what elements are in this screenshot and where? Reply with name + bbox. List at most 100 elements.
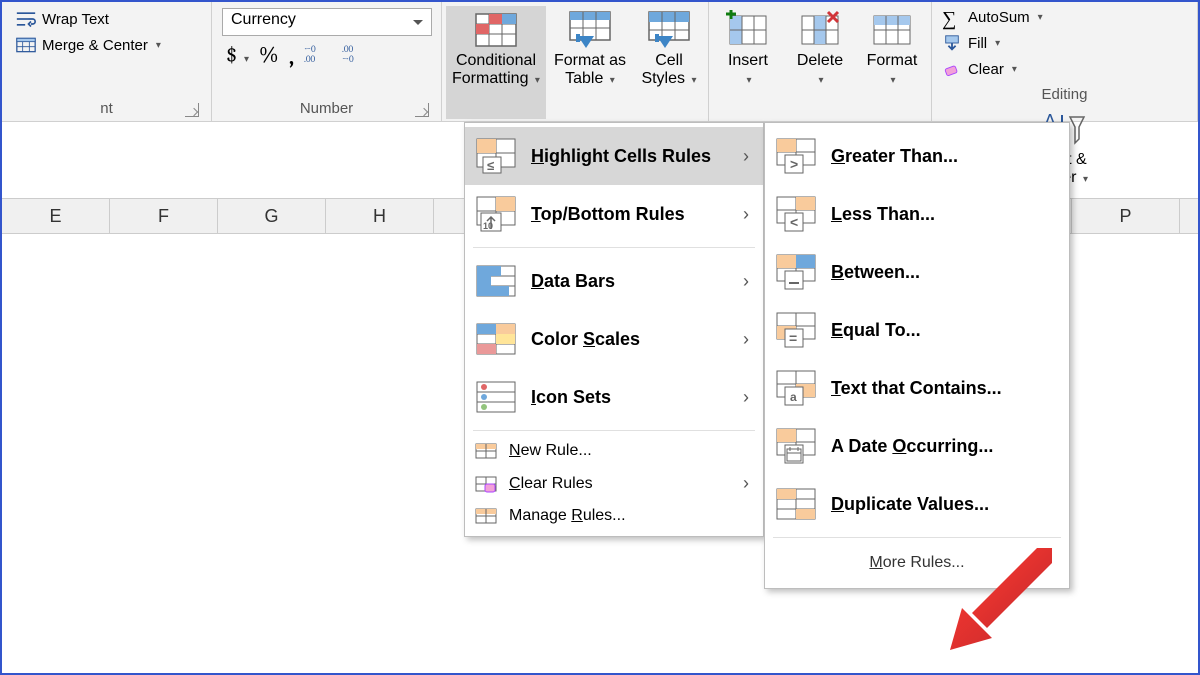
menu-less-than[interactable]: < Less Than... — [765, 185, 1069, 243]
wrap-text-icon — [16, 10, 36, 28]
merge-center-icon — [16, 36, 36, 54]
wrap-text-button[interactable]: Wrap Text — [12, 8, 201, 30]
group-editing: ∑ AutoSum ▾ Fill ▾ Clear ▾ Editing — [932, 2, 1198, 121]
col-header[interactable]: F — [110, 199, 218, 233]
manage-rules-icon — [475, 506, 497, 526]
chevron-right-icon: › — [743, 329, 749, 350]
merge-center-button[interactable]: Merge & Center ▾ — [12, 34, 201, 56]
label: ore Rules... — [883, 554, 965, 571]
conditional-formatting-menu: ≤ Highlight Cells Rules › 10 Top/Bottom … — [464, 122, 764, 537]
text-contains-icon: a — [775, 369, 817, 407]
cond-fmt-label-2: Formatting — [452, 70, 528, 87]
format-as-table-button[interactable]: Format asTable ▾ — [548, 6, 632, 119]
insert-button[interactable]: Insert▾ — [713, 6, 783, 119]
menu-duplicate-values[interactable]: Duplicate Values... — [765, 475, 1069, 533]
conditional-formatting-button[interactable]: ConditionalFormatting ▾ — [446, 6, 546, 119]
eraser-icon — [942, 60, 962, 78]
svg-text:.00: .00 — [304, 55, 316, 63]
fill-down-icon — [942, 34, 962, 52]
cond-fmt-label-1: Conditional — [456, 52, 536, 69]
between-icon — [775, 253, 817, 291]
col-header[interactable]: H — [326, 199, 434, 233]
format-label: Format — [867, 52, 918, 69]
chevron-right-icon: › — [743, 387, 749, 408]
delete-cells-icon — [798, 10, 842, 50]
svg-text:=: = — [789, 330, 797, 346]
menu-more-rules[interactable]: More Rules... — [765, 542, 1069, 584]
cell-styles-label-1: Cell — [655, 52, 683, 69]
menu-highlight-cells-rules[interactable]: ≤ Highlight Cells Rules › — [465, 127, 763, 185]
menu-between[interactable]: Between... — [765, 243, 1069, 301]
label: con Sets — [536, 387, 611, 407]
date-occurring-icon — [775, 427, 817, 465]
svg-text:←0: ←0 — [304, 45, 316, 55]
sigma-icon: ∑ — [942, 8, 962, 26]
equal-to-icon: = — [775, 311, 817, 349]
menu-text-contains[interactable]: a Text that Contains... — [765, 359, 1069, 417]
label: ext that Contains... — [841, 378, 1002, 398]
svg-text:.00: .00 — [342, 45, 354, 55]
clear-rules-icon — [475, 474, 497, 494]
format-button[interactable]: Format▾ — [857, 6, 927, 119]
group-cells: Insert▾ Delete▾ Format▾ — [709, 2, 932, 121]
label: ess Than... — [842, 204, 935, 224]
highlight-cells-submenu: > Greater Than... < Less Than... Between… — [764, 122, 1070, 589]
col-header[interactable]: G — [218, 199, 326, 233]
svg-text:>: > — [790, 156, 798, 172]
svg-text:≤: ≤ — [487, 158, 494, 173]
increase-decimal-button[interactable]: ←0.00 — [304, 43, 332, 67]
number-format-select[interactable]: Currency — [222, 8, 432, 36]
highlight-cells-icon: ≤ — [475, 137, 517, 175]
merge-center-label: Merge & Center — [42, 37, 148, 54]
comma-style-button[interactable]: , — [289, 47, 295, 64]
group-alignment: Wrap Text Merge & Center ▾ nt — [2, 2, 212, 121]
ribbon: Wrap Text Merge & Center ▾ nt Currency $… — [2, 2, 1198, 122]
icon-sets-icon — [475, 378, 517, 416]
top-bottom-icon: 10 — [475, 195, 517, 233]
chevron-down-icon: ▾ — [156, 40, 161, 51]
fmt-table-label-1: Format as — [554, 52, 626, 69]
dialog-launcher-icon[interactable] — [415, 103, 429, 117]
menu-date-occurring[interactable]: A Date Occurring... — [765, 417, 1069, 475]
group-number: Currency $ ▾ % , ←0.00 .00→0 Number — [212, 2, 442, 121]
chevron-right-icon: › — [743, 473, 749, 494]
chevron-right-icon: › — [743, 204, 749, 225]
fill-button[interactable]: Fill ▾ — [938, 32, 1191, 54]
new-rule-icon — [475, 441, 497, 461]
color-scales-icon — [475, 320, 517, 358]
clear-button[interactable]: Clear ▾ — [938, 58, 1191, 80]
conditional-formatting-icon — [474, 10, 518, 50]
label: reater Than... — [845, 146, 958, 166]
menu-color-scales[interactable]: Color Scales › — [465, 310, 763, 368]
data-bars-icon — [475, 262, 517, 300]
menu-icon-sets[interactable]: Icon Sets › — [465, 368, 763, 426]
insert-cells-icon — [726, 10, 770, 50]
number-buttons-row: $ ▾ % , ←0.00 .00→0 — [222, 40, 431, 70]
dialog-launcher-icon[interactable] — [185, 103, 199, 117]
menu-data-bars[interactable]: Data Bars › — [465, 252, 763, 310]
delete-button[interactable]: Delete▾ — [785, 6, 855, 119]
duplicate-values-icon — [775, 485, 817, 523]
autosum-button[interactable]: ∑ AutoSum ▾ — [938, 6, 1191, 28]
group-label-number: Number — [222, 98, 431, 119]
menu-clear-rules[interactable]: Clear Rules › — [465, 467, 763, 500]
label: A Date Occurring... — [831, 436, 993, 457]
menu-greater-than[interactable]: > Greater Than... — [765, 127, 1069, 185]
accounting-format-button[interactable]: $ ▾ — [226, 42, 249, 68]
label: lear Rules — [521, 475, 593, 492]
cell-styles-icon — [647, 10, 691, 50]
chevron-right-icon: › — [743, 146, 749, 167]
clear-label: Clear — [968, 61, 1004, 78]
col-header[interactable]: E — [2, 199, 110, 233]
greater-than-icon: > — [775, 137, 817, 175]
chevron-right-icon: › — [743, 271, 749, 292]
menu-top-bottom-rules[interactable]: 10 Top/Bottom Rules › — [465, 185, 763, 243]
svg-text:a: a — [790, 390, 797, 404]
menu-equal-to[interactable]: = Equal To... — [765, 301, 1069, 359]
menu-manage-rules[interactable]: Manage Rules... — [465, 500, 763, 532]
col-header[interactable]: P — [1072, 199, 1180, 233]
cell-styles-button[interactable]: CellStyles ▾ — [634, 6, 704, 119]
decrease-decimal-button[interactable]: .00→0 — [342, 43, 370, 67]
percent-button[interactable]: % — [259, 42, 279, 68]
menu-new-rule[interactable]: New Rule... — [465, 435, 763, 467]
